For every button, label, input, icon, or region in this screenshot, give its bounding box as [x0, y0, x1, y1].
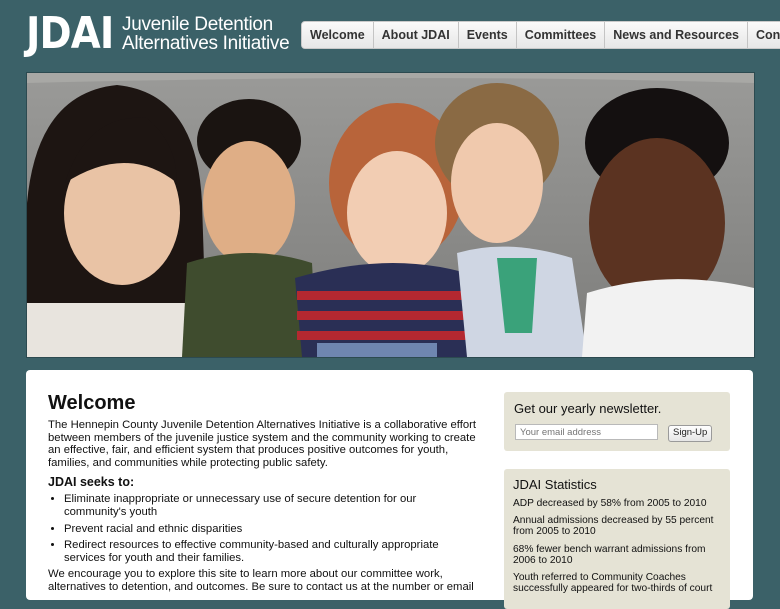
logo-mark: JDAI	[26, 8, 114, 59]
hero-image	[26, 72, 755, 358]
outro-paragraph: We encourage you to explore this site to…	[48, 568, 474, 593]
content-panel: Welcome The Hennepin County Juvenile Det…	[26, 370, 753, 609]
list-item: Redirect resources to effective communit…	[64, 539, 478, 564]
statistic-item: Youth referred to Community Coaches succ…	[513, 572, 713, 595]
nav-events[interactable]: Events	[458, 22, 517, 48]
seeks-heading: JDAI seeks to:	[48, 475, 135, 490]
sign-up-button[interactable]: Sign-Up	[668, 425, 713, 442]
list-item: Eliminate inappropriate or unnecessary u…	[64, 493, 478, 518]
newsletter-box: Get our yearly newsletter. Sign-Up	[504, 392, 730, 451]
nav-committees[interactable]: Committees	[516, 22, 606, 48]
site-logo[interactable]: JDAI Juvenile Detention Alternatives Ini…	[26, 8, 290, 59]
logo-line-1: Juvenile Detention	[122, 14, 273, 35]
newsletter-title: Get our yearly newsletter.	[514, 401, 662, 416]
nav-contact[interactable]: Contact	[748, 22, 780, 48]
logo-text: Juvenile Detention Alternatives Initiati…	[122, 14, 290, 54]
nav-news-and-resources[interactable]: News and Resources	[605, 22, 749, 48]
statistics-box: JDAI Statistics ADP decreased by 58% fro…	[504, 469, 730, 609]
statistic-item: Annual admissions decreased by 55 percen…	[513, 515, 714, 538]
main-nav: Welcome About JDAI Events Committees New…	[301, 21, 780, 49]
nav-welcome[interactable]: Welcome	[302, 22, 374, 48]
goals-list: Eliminate inappropriate or unnecessary u…	[48, 493, 478, 564]
hero-photo-youth-group	[27, 73, 754, 357]
intro-paragraph: The Hennepin County Juvenile Detention A…	[48, 419, 477, 469]
statistic-item: ADP decreased by 58% from 2005 to 2010	[513, 498, 707, 509]
email-field[interactable]	[515, 424, 658, 440]
page-title: Welcome	[48, 392, 136, 414]
statistics-title: JDAI Statistics	[513, 477, 597, 492]
nav-about-jdai[interactable]: About JDAI	[373, 22, 459, 48]
list-item: Prevent racial and ethnic disparities	[64, 523, 478, 536]
statistic-item: 68% fewer bench warrant admissions from …	[513, 543, 706, 566]
main-content: Welcome The Hennepin County Juvenile Det…	[48, 392, 478, 594]
logo-line-2: Alternatives Initiative	[122, 33, 290, 54]
